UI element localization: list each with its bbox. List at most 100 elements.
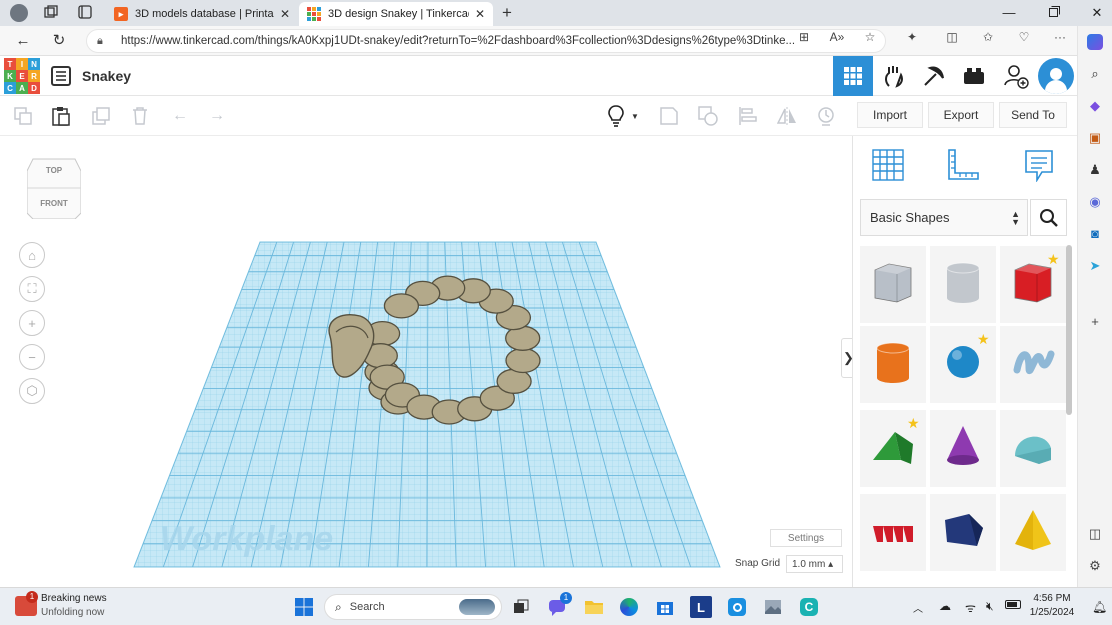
sidebar-toggle-icon[interactable]: ◫ [1087, 526, 1103, 542]
shape-tile-cone[interactable] [930, 410, 996, 487]
copy-icon[interactable] [12, 105, 34, 127]
tab-actions-icon[interactable] [77, 5, 93, 21]
workspaces-icon[interactable] [43, 5, 59, 21]
viewcube-top-label[interactable]: TOP [27, 166, 81, 175]
edge-browser-icon[interactable] [618, 596, 640, 618]
app-available-icon[interactable]: ⊞ [796, 30, 812, 44]
avatar[interactable] [1036, 56, 1076, 96]
mirror-icon[interactable] [776, 105, 798, 127]
settings-gear-icon[interactable]: ⚙ [1087, 558, 1103, 574]
workplane-grid-icon[interactable] [871, 148, 905, 182]
shape-tile-sphere[interactable]: ★ [930, 326, 996, 403]
paste-icon[interactable] [50, 105, 72, 127]
design-list-icon[interactable] [51, 66, 71, 86]
battery-icon[interactable] [1005, 600, 1021, 609]
shape-tile-cylinder[interactable] [860, 326, 926, 403]
wifi-icon[interactable]: ᯤ [965, 599, 976, 616]
close-window-icon[interactable]: ✕ [1088, 4, 1106, 22]
3d-design-view-icon[interactable] [833, 56, 873, 96]
zoom-in-icon[interactable]: + [19, 310, 45, 336]
shape-tile-scribble[interactable] [1000, 326, 1066, 403]
task-view-icon[interactable] [510, 596, 532, 618]
shape-tile-box-hole[interactable] [860, 246, 926, 323]
delete-icon[interactable] [129, 105, 151, 127]
redo-icon[interactable]: → [206, 105, 228, 127]
photos-icon[interactable] [762, 596, 784, 618]
bricks-icon[interactable] [954, 56, 994, 96]
copilot-icon[interactable] [1087, 34, 1103, 50]
snap-grid-select[interactable]: 1.0 mm ▴ [786, 555, 843, 573]
snake-segment[interactable] [505, 347, 541, 374]
taskbar-search-box[interactable]: ⌕ Search [324, 594, 502, 620]
shape-solid-icon[interactable] [658, 105, 680, 127]
clipchamp-icon[interactable]: C [798, 596, 820, 618]
favorite-star-icon[interactable]: ☆ [862, 30, 878, 44]
split-screen-icon[interactable]: ◫ [944, 30, 960, 44]
fit-view-icon[interactable]: ⛶ [19, 276, 45, 302]
shape-tile-box[interactable]: ★ [1000, 246, 1066, 323]
settings-button[interactable]: Settings [770, 529, 842, 547]
volume-icon[interactable]: 🔇︎ [986, 599, 994, 614]
group-icon[interactable] [697, 105, 719, 127]
restore-icon[interactable] [1045, 4, 1063, 22]
panel-scrollbar[interactable] [1066, 245, 1072, 415]
shape-tile-roof[interactable]: ★ [860, 410, 926, 487]
shopping-icon[interactable]: ◆ [1087, 98, 1103, 114]
clock-time[interactable]: 4:56 PM [1030, 593, 1074, 604]
viewcube-front-label[interactable]: FRONT [27, 199, 81, 208]
news-title[interactable]: Breaking news [41, 593, 107, 604]
new-tab-button[interactable]: + [499, 4, 515, 21]
cloud-icon[interactable]: ☁ [939, 599, 951, 613]
import-button[interactable]: Import [857, 102, 923, 128]
outlook-icon[interactable]: ◙ [1087, 226, 1103, 242]
notes-icon[interactable] [1022, 148, 1056, 183]
minimize-icon[interactable]: — [1000, 4, 1018, 22]
shape-tile-text[interactable] [860, 494, 926, 571]
extensions-icon[interactable]: ✦ [904, 30, 920, 44]
snake-segment[interactable] [383, 293, 420, 319]
orthographic-icon[interactable]: ⬡ [19, 378, 45, 404]
ruler-icon[interactable] [946, 148, 980, 182]
app-circle-icon[interactable] [726, 596, 748, 618]
workplane-canvas[interactable]: Workplane [0, 136, 852, 587]
search-shapes-button[interactable] [1030, 199, 1067, 236]
shape-tile-cylinder-hole[interactable] [930, 246, 996, 323]
add-user-icon[interactable] [996, 56, 1036, 96]
tab-tinkercad[interactable]: 3D design Snakey | Tinkercad ✕ [299, 2, 493, 26]
close-icon[interactable]: ✕ [475, 7, 485, 21]
export-button[interactable]: Export [928, 102, 994, 128]
start-icon[interactable] [293, 596, 315, 618]
search-icon[interactable]: ⌕ [1087, 66, 1103, 82]
refresh-icon[interactable]: ↻ [50, 32, 68, 50]
l-app-icon[interactable]: L [690, 596, 712, 618]
shape-tile-round-roof[interactable] [1000, 410, 1066, 487]
add-icon[interactable]: + [1087, 314, 1103, 330]
align-icon[interactable] [737, 105, 759, 127]
undo-icon[interactable]: ← [169, 105, 191, 127]
close-icon[interactable]: ✕ [280, 7, 290, 21]
view-cube[interactable]: TOP FRONT [26, 157, 82, 220]
lightbulb-icon[interactable] [605, 105, 627, 127]
games-icon[interactable]: ♟ [1087, 162, 1103, 178]
zoom-out-icon[interactable]: − [19, 344, 45, 370]
send-to-button[interactable]: Send To [999, 102, 1067, 128]
design-title[interactable]: Snakey [82, 68, 131, 84]
favorites-icon[interactable]: ✩ [980, 30, 996, 44]
address-bar[interactable]: 🔒︎ https://www.tinkercad.com/things/kA0K… [86, 29, 886, 53]
file-explorer-icon[interactable] [583, 596, 605, 618]
pickaxe-icon[interactable] [914, 56, 954, 96]
read-aloud-icon[interactable]: A» [829, 30, 845, 44]
browser-essentials-icon[interactable]: ♡ [1016, 30, 1032, 44]
chevron-up-icon[interactable]: ︿ [913, 600, 923, 615]
shape-tile-polygon[interactable] [930, 494, 996, 571]
home-view-icon[interactable]: ⌂ [19, 242, 45, 268]
chevron-down-icon[interactable]: ▼ [628, 105, 642, 127]
store-icon[interactable] [654, 596, 676, 618]
tools-icon[interactable]: ▣ [1087, 130, 1103, 146]
tab-printables[interactable]: ▸ 3D models database | Printables.c ✕ [106, 2, 298, 26]
send-icon[interactable]: ➤ [1087, 258, 1103, 274]
duplicate-icon[interactable] [90, 105, 112, 127]
sim-lab-icon[interactable] [874, 56, 914, 96]
profile-icon[interactable] [10, 4, 28, 22]
shape-tile-pyramid[interactable] [1000, 494, 1066, 571]
